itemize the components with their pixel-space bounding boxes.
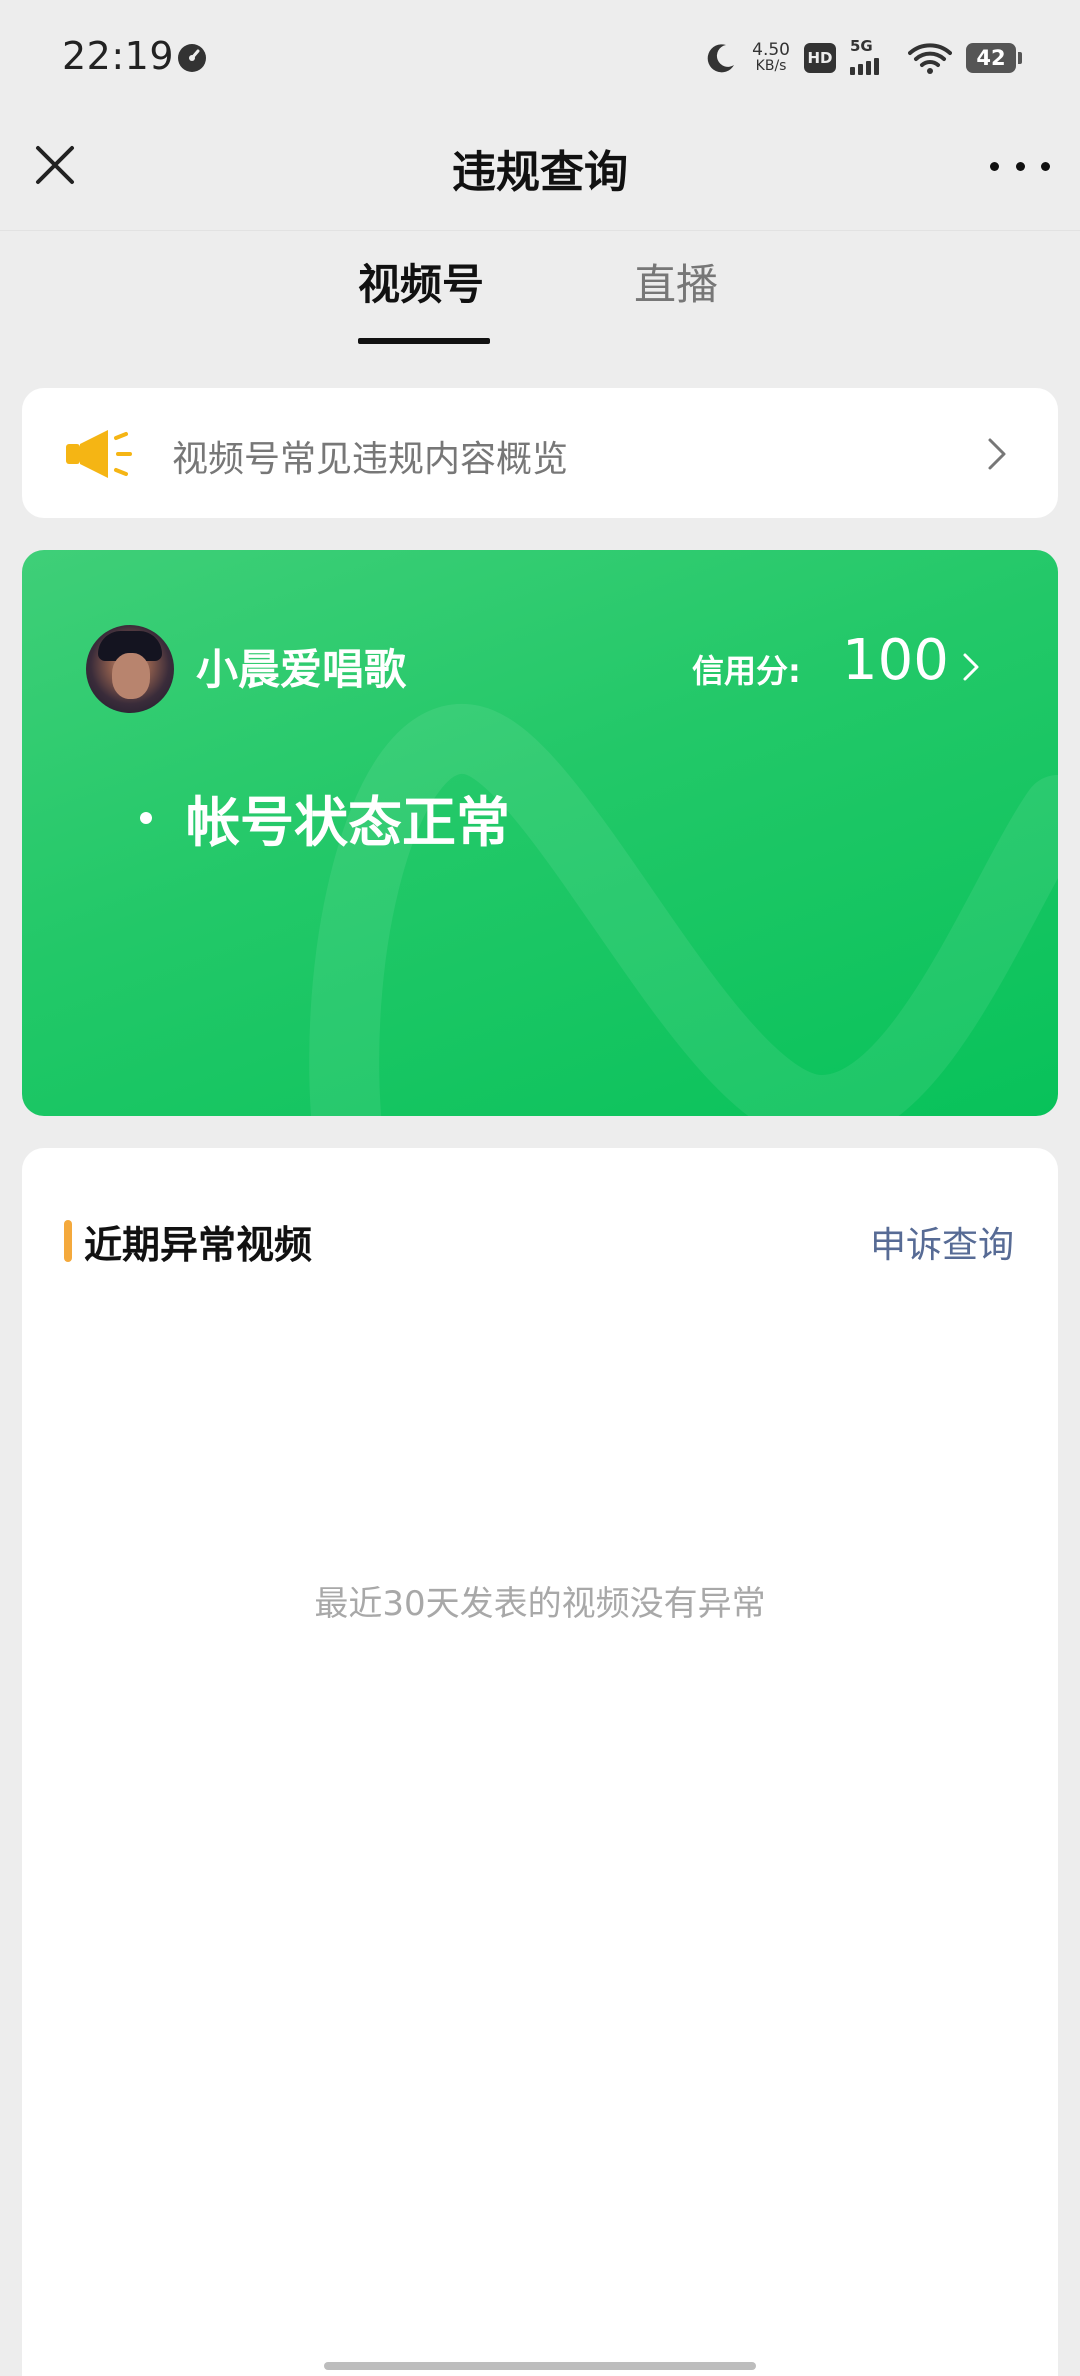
wifi-icon (908, 43, 952, 74)
status-bar: 22:19 4.50 KB/s HD 5G 42 (0, 0, 1080, 118)
nav-bar: 违规查询 (0, 118, 1080, 226)
signal-label: 5G (850, 37, 873, 55)
net-speed: 4.50 KB/s (752, 42, 790, 74)
account-status-card: 小晨爱唱歌 信用分: 100 帐号状态正常 (22, 550, 1058, 1116)
chevron-right-icon[interactable] (962, 652, 980, 682)
gauge-icon (178, 44, 206, 72)
chevron-right-icon (988, 438, 1006, 470)
net-speed-value: 4.50 (752, 40, 790, 60)
net-speed-unit: KB/s (755, 58, 787, 74)
tab-live[interactable]: 直播 (634, 251, 718, 351)
tab-video[interactable]: 视频号 (358, 251, 484, 351)
notice-text: 视频号常见违规内容概览 (172, 439, 569, 480)
page-title: 违规查询 (452, 147, 628, 198)
hd-badge: HD (804, 43, 836, 73)
section-title: 近期异常视频 (84, 1223, 313, 1267)
bullet-dot (140, 812, 152, 824)
username: 小晨爱唱歌 (196, 645, 407, 694)
section-accent-bar (64, 1220, 72, 1262)
appeal-query-link[interactable]: 申诉查询 (870, 1216, 1014, 1268)
avatar[interactable] (86, 625, 174, 713)
violation-overview-link[interactable]: 视频号常见违规内容概览 (22, 388, 1058, 518)
empty-state-text: 最近30天发表的视频没有异常 (314, 1584, 766, 1624)
account-status-text: 帐号状态正常 (186, 791, 510, 854)
battery-icon: 42 (966, 43, 1022, 73)
active-tab-indicator (358, 338, 490, 344)
credit-score-value[interactable]: 100 (842, 628, 949, 693)
status-time: 22:19 (62, 34, 175, 78)
moon-icon (707, 44, 735, 73)
recent-abnormal-videos-card: 近期异常视频 申诉查询 最近30天发表的视频没有异常 (22, 1148, 1058, 2376)
signal-icon: 5G (850, 37, 894, 75)
battery-level: 42 (966, 43, 1016, 73)
credit-score-label[interactable]: 信用分: (692, 646, 801, 692)
home-indicator[interactable] (324, 2362, 756, 2370)
megaphone-icon (66, 430, 132, 478)
more-icon[interactable] (990, 144, 1050, 188)
tab-bar: 视频号 直播 (0, 230, 1080, 350)
status-icons: 4.50 KB/s HD 5G 42 (704, 36, 1022, 80)
